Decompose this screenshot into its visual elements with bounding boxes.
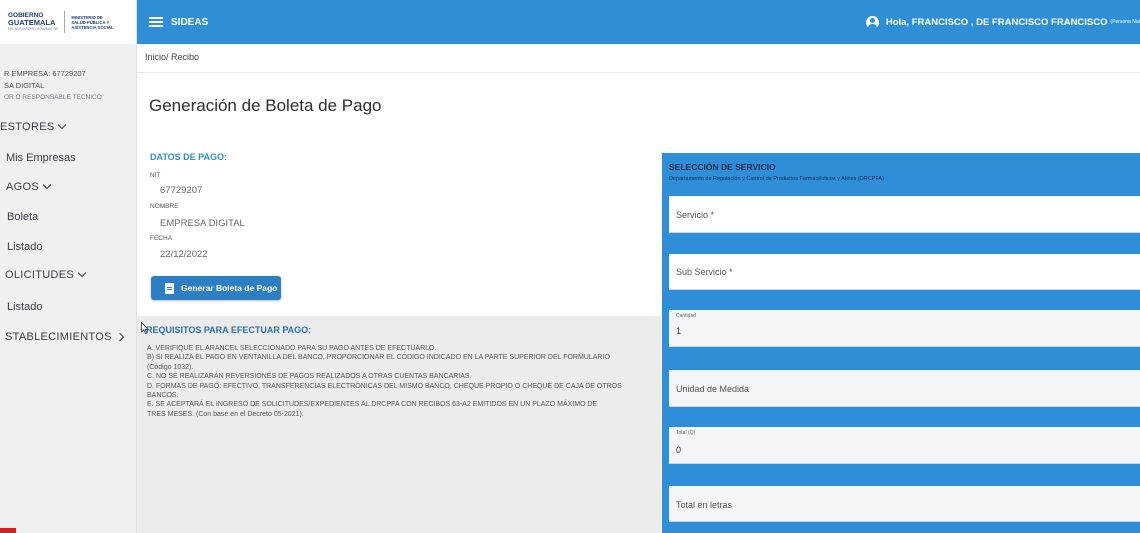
nit-value: 67729207 [160, 185, 203, 196]
sidebar-item-pagos[interactable]: AGOS [6, 180, 52, 193]
requisito-line: BANCOS. [147, 392, 179, 400]
total-field: Total (Q) 0 [669, 427, 1140, 464]
sidebar-user-name: SA DIGITAL [4, 81, 45, 90]
requisito-line: (Código 1032). [147, 363, 194, 371]
fecha-label: FECHA [150, 235, 173, 242]
logo-gobierno: GOBIERNO GUATEMALA DR. ALEJANDRO GIAMMAT… [8, 11, 59, 31]
breadcrumb-divider [137, 72, 1140, 73]
total-letras-field: Total en letras [669, 486, 1140, 522]
requisito-line: A. VERIFIQUE EL ARANCEL SELECCIONADO PAR… [147, 345, 437, 352]
sidebar-item-gestores[interactable]: ESTORES [0, 120, 67, 133]
cantidad-label: Cantidad [676, 313, 697, 319]
government-logo: GOBIERNO GUATEMALA DR. ALEJANDRO GIAMMAT… [0, 0, 136, 44]
requisito-line: C. NO SE REALIZARÁN REVERSIONES DE PAGOS… [147, 373, 472, 381]
app-title[interactable]: SIDEAS [171, 17, 208, 28]
logo-divider [64, 11, 66, 33]
total-label: Total (Q) [676, 430, 696, 436]
logo-ministerio: MINISTERIO DE SALUD PÚBLICA Y ASISTENCIA… [71, 14, 114, 30]
seleccion-title: SELECCIÓN DE SERVICIO [669, 162, 776, 172]
nombre-value: EMPRESA DIGITAL [160, 218, 245, 229]
generar-boleta-button[interactable]: Generar Boleta de Pago [151, 276, 281, 300]
sidebar-item-listado-pagos[interactable]: Listado [7, 241, 42, 253]
unidad-medida-field[interactable]: Unidad de Medida [669, 370, 1140, 407]
sidebar-user-info: R EMPRESA: 67729207 SA DIGITAL OR O RESP… [0, 68, 136, 104]
red-indicator [0, 528, 16, 533]
nombre-label: NOMBRE [150, 203, 179, 210]
sidebar: GOBIERNO GUATEMALA DR. ALEJANDRO GIAMMAT… [0, 0, 137, 533]
sidebar-user-nit: R EMPRESA: 67729207 [4, 69, 86, 78]
datos-title: DATOS DE PAGO: [150, 152, 228, 162]
requisitos-list: A. VERIFIQUE EL ARANCEL SELECCIONADO PAR… [147, 344, 647, 419]
sidebar-item-boleta[interactable]: Boleta [7, 211, 38, 223]
document-icon [165, 282, 174, 294]
chevron-down-icon [77, 268, 87, 278]
chevron-down-icon [58, 120, 67, 130]
user-circle-icon [865, 15, 879, 29]
sidebar-item-listado-solicitudes[interactable]: Listado [7, 301, 42, 313]
cantidad-input[interactable]: Cantidad 1 [669, 310, 1140, 347]
requisito-line: D. FORMAS DE PAGO: EFECTIVO, TRANSFERENC… [147, 382, 622, 390]
requisitos-panel: REQUISITOS PARA EFECTUAR PAGO: A. VERIFI… [137, 316, 661, 533]
sub-servicio-label: Sub Servicio * [676, 267, 733, 277]
total-letras-label: Total en letras [676, 500, 733, 510]
chevron-down-icon [42, 180, 52, 190]
sidebar-item-mis-empresas[interactable]: Mis Empresas [6, 152, 76, 164]
user-greeting: Hola, FRANCISCO , DE FRANCISCO FRANCISCO [885, 16, 1108, 28]
datos-de-pago-panel: DATOS DE PAGO: NIT 67729207 NOMBRE EMPRE… [137, 140, 657, 320]
servicio-select[interactable]: Servicio * [669, 196, 1140, 233]
sidebar-item-establecimientos[interactable]: STABLECIMIENTOS [5, 331, 125, 343]
sub-servicio-select[interactable]: Sub Servicio * [669, 254, 1140, 290]
person-type: (Persona Nat [1110, 19, 1140, 25]
seleccion-servicio-panel: SELECCIÓN DE SERVICIO Departamento de Re… [662, 153, 1140, 533]
nit-label: NIT [150, 172, 161, 179]
total-value: 0 [676, 445, 682, 455]
top-bar: SIDEAS Hola, FRANCISCO , DE FRANCISCO FR… [137, 0, 1140, 44]
chevron-right-icon [115, 332, 125, 342]
sidebar-item-solicitudes[interactable]: OLICITUDES [5, 268, 87, 281]
breadcrumb[interactable]: Inicio/ Recibo [145, 52, 199, 62]
requisitos-title: REQUISITOS PARA EFECTUAR PAGO: [146, 325, 312, 335]
cantidad-value: 1 [676, 326, 682, 336]
page-title: Generación de Boleta de Pago [149, 96, 382, 115]
requisito-line: B) SI REALIZA EL PAGO EN VENTANILLA DEL … [147, 354, 610, 362]
hamburger-menu-icon[interactable] [149, 17, 163, 27]
servicio-label: Servicio * [676, 210, 715, 220]
sidebar-user-role: OR O RESPONSABLE TECNICO [4, 94, 102, 101]
requisito-line: E. SE ACEPTARÁ EL INGRESO DE SOLICITUDES… [147, 401, 598, 409]
user-menu[interactable]: Hola, FRANCISCO , DE FRANCISCO FRANCISCO… [865, 0, 1140, 44]
requisito-line: TRES MESES. (Con base en el Decreto 05-2… [147, 410, 304, 418]
unidad-medida-label: Unidad de Medida [676, 384, 750, 394]
fecha-value: 22/12/2022 [160, 249, 208, 260]
seleccion-subtitle: Departamento de Regulación y Control de … [669, 176, 884, 182]
